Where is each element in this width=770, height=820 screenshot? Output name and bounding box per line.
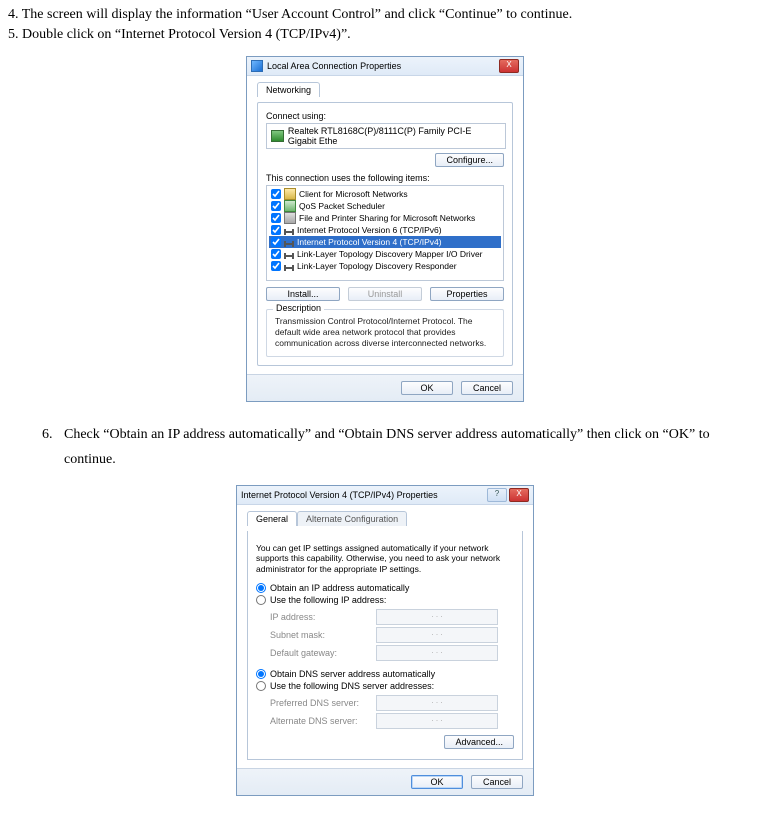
title-bar[interactable]: Internet Protocol Version 4 (TCP/IPv4) P… [237,486,533,505]
subnet-mask-label: Subnet mask: [270,630,370,640]
ic-proto-icon [284,255,294,257]
item-label: QoS Packet Scheduler [299,200,385,212]
step-6: Check “Obtain an IP address automaticall… [56,422,762,472]
uninstall-button: Uninstall [348,287,422,301]
window-icon [251,60,263,72]
item-checkbox[interactable] [271,189,281,199]
tab-alt-config[interactable]: Alternate Configuration [297,511,407,526]
install-button[interactable]: Install... [266,287,340,301]
default-gateway-field: . . . [376,645,498,661]
connection-item[interactable]: Link-Layer Topology Discovery Mapper I/O… [269,248,501,260]
connection-item[interactable]: Client for Microsoft Networks [269,188,501,200]
radio-use-ip-label: Use the following IP address: [270,595,386,605]
radio-use-dns-label: Use the following DNS server addresses: [270,681,434,691]
ip-address-field: . . . [376,609,498,625]
adapter-field[interactable]: Realtek RTL8168C(P)/8111C(P) Family PCI-… [266,123,506,149]
item-checkbox[interactable] [271,225,281,235]
intro-text: You can get IP settings assigned automat… [256,543,514,575]
nic-icon [271,130,284,142]
item-checkbox[interactable] [271,237,281,247]
configure-button[interactable]: Configure... [435,153,504,167]
properties-button[interactable]: Properties [430,287,504,301]
tab-networking[interactable]: Networking [257,82,320,97]
advanced-button[interactable]: Advanced... [444,735,514,749]
connection-items-list[interactable]: Client for Microsoft NetworksQoS Packet … [266,185,504,281]
default-gateway-label: Default gateway: [270,648,370,658]
alternate-dns-label: Alternate DNS server: [270,716,370,726]
item-label: Internet Protocol Version 6 (TCP/IPv6) [297,224,442,236]
item-label: File and Printer Sharing for Microsoft N… [299,212,475,224]
radio-auto-ip[interactable] [256,583,266,593]
item-label: Link-Layer Topology Discovery Mapper I/O… [297,248,483,260]
connection-item[interactable]: File and Printer Sharing for Microsoft N… [269,212,501,224]
ok-button[interactable]: OK [401,381,453,395]
cancel-button[interactable]: Cancel [461,381,513,395]
description-text: Transmission Control Protocol/Internet P… [275,316,495,348]
cancel-button[interactable]: Cancel [471,775,523,789]
ic-share-icon [284,212,296,224]
radio-auto-dns-label: Obtain DNS server address automatically [270,669,435,679]
ok-button[interactable]: OK [411,775,463,789]
item-label: Client for Microsoft Networks [299,188,408,200]
window-title: Internet Protocol Version 4 (TCP/IPv4) P… [241,490,438,500]
item-checkbox[interactable] [271,249,281,259]
item-checkbox[interactable] [271,213,281,223]
lan-properties-dialog: Local Area Connection Properties X Netwo… [246,56,524,402]
radio-use-dns[interactable] [256,681,266,691]
ip-address-label: IP address: [270,612,370,622]
title-bar[interactable]: Local Area Connection Properties X [247,57,523,76]
description-group: Description Transmission Control Protoco… [266,309,504,357]
adapter-name: Realtek RTL8168C(P)/8111C(P) Family PCI-… [288,126,501,146]
connect-using-label: Connect using: [266,111,504,121]
item-checkbox[interactable] [271,201,281,211]
step-5: 5. Double click on “Internet Protocol Ve… [8,26,762,44]
connection-item[interactable]: QoS Packet Scheduler [269,200,501,212]
ic-proto-icon [284,231,294,233]
window-title: Local Area Connection Properties [267,61,401,71]
instruction-text: 4. The screen will display the informati… [8,6,762,44]
radio-use-ip[interactable] [256,595,266,605]
ic-client-icon [284,188,296,200]
ic-proto-icon [284,267,294,269]
radio-auto-dns[interactable] [256,669,266,679]
preferred-dns-field: . . . [376,695,498,711]
connection-item[interactable]: Internet Protocol Version 4 (TCP/IPv4) [269,236,501,248]
item-checkbox[interactable] [271,261,281,271]
ic-proto-icon [284,243,294,245]
close-button[interactable]: X [499,59,519,73]
item-label: Link-Layer Topology Discovery Responder [297,260,457,272]
ic-sched-icon [284,200,296,212]
help-button[interactable]: ? [487,488,507,502]
preferred-dns-label: Preferred DNS server: [270,698,370,708]
close-button[interactable]: X [509,488,529,502]
items-label: This connection uses the following items… [266,173,504,183]
alternate-dns-field: . . . [376,713,498,729]
description-title: Description [273,303,324,313]
item-label: Internet Protocol Version 4 (TCP/IPv4) [297,236,442,248]
ipv4-properties-dialog: Internet Protocol Version 4 (TCP/IPv4) P… [236,485,534,796]
step-4: 4. The screen will display the informati… [8,6,762,24]
connection-item[interactable]: Internet Protocol Version 6 (TCP/IPv6) [269,224,501,236]
subnet-mask-field: . . . [376,627,498,643]
tab-general[interactable]: General [247,511,297,526]
instruction-text-2: Check “Obtain an IP address automaticall… [8,422,762,472]
radio-auto-ip-label: Obtain an IP address automatically [270,583,409,593]
connection-item[interactable]: Link-Layer Topology Discovery Responder [269,260,501,272]
